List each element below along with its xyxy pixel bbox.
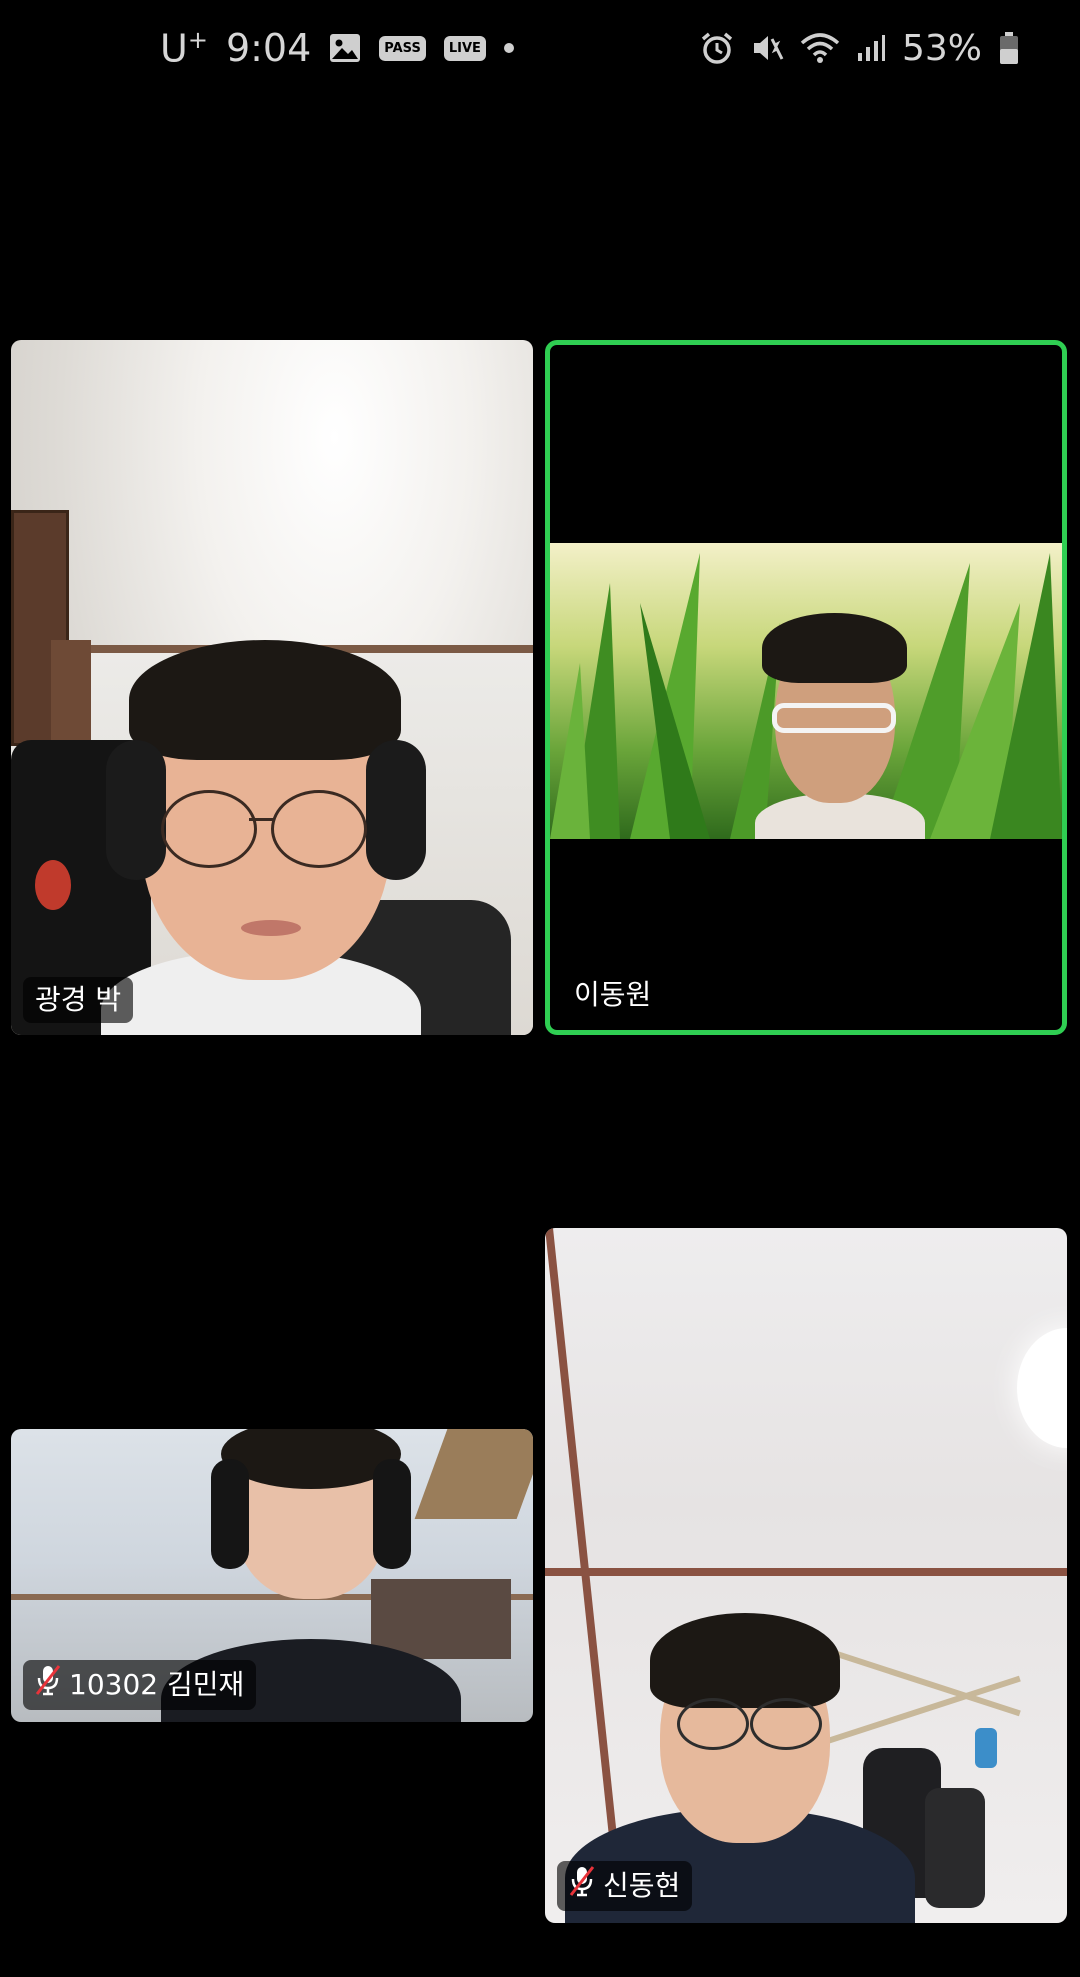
gallery-icon [329,33,361,63]
carrier-label: U+ [160,25,208,71]
participant-tile-4[interactable]: 신동현 [545,1228,1067,1923]
participant-name-tag: 신동현 [557,1861,693,1911]
alarm-icon [700,31,734,65]
wifi-icon [800,31,840,65]
battery-percent: 53% [901,27,982,69]
status-bar: U+ 9:04 PASS LIVE 53% [0,0,1080,96]
participant-name-tag: 10302 김민재 [23,1660,257,1710]
participant-tile-2-active-speaker[interactable]: 이동원 [545,340,1067,1035]
signal-icon [856,33,886,63]
battery-icon [998,31,1020,65]
video-feed [550,543,1062,839]
video-feed [11,340,533,1035]
participant-name: 신동현 [603,1869,681,1903]
participant-tile-3[interactable]: 10302 김민재 [11,1429,533,1722]
participant-name: 이동원 [574,978,652,1012]
mic-muted-icon [35,1664,61,1706]
mute-vibrate-icon [750,31,784,65]
participant-name-tag: 이동원 [562,972,664,1018]
participant-name: 광경 박 [35,983,122,1017]
live-icon: LIVE [443,35,486,61]
clock: 9:04 [225,26,312,70]
participant-name-tag: 광경 박 [23,977,134,1023]
pass-icon: PASS [379,35,426,61]
more-notifications-dot-icon [503,43,514,53]
mic-muted-icon [569,1865,595,1907]
meeting-screen: U+ 9:04 PASS LIVE 53% 광경 박 이동원 10302 김민재… [0,0,1080,1977]
participant-tile-1[interactable]: 광경 박 [11,340,533,1035]
participant-name: 10302 김민재 [69,1668,245,1702]
video-feed [545,1228,1067,1923]
